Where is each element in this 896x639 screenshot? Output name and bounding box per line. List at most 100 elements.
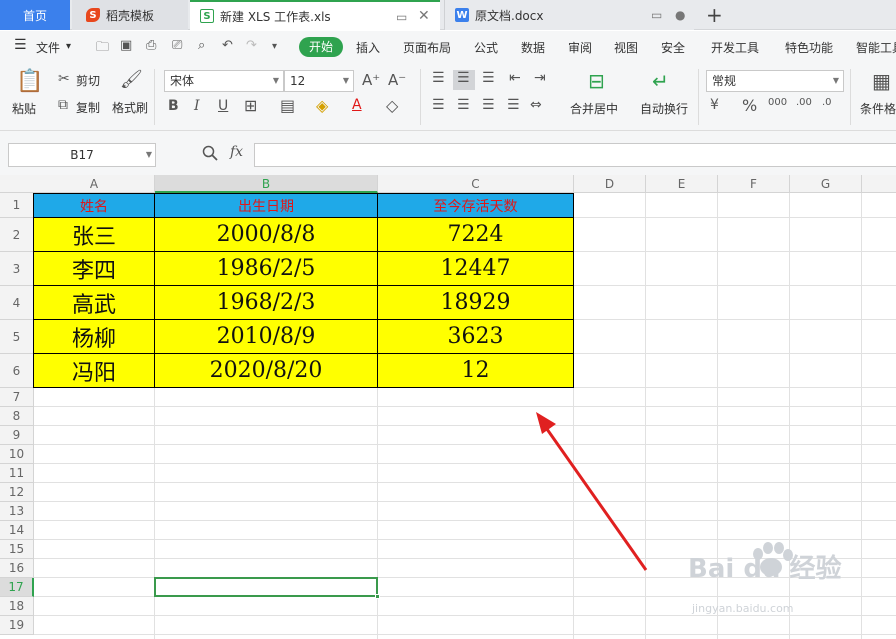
copy-icon[interactable]: ⧉ — [58, 97, 68, 113]
font-name-select[interactable]: 宋体 ▼ — [164, 70, 284, 92]
row-header[interactable]: 6 — [0, 354, 34, 388]
merge-center-icon[interactable]: ⊟ — [588, 69, 605, 93]
tab-home[interactable]: 首页 — [0, 0, 70, 30]
table-cell[interactable]: 1968/2/3 — [155, 286, 378, 320]
column-header-d[interactable]: D — [574, 175, 646, 193]
menu-security[interactable]: 安全 — [661, 39, 685, 56]
menu-review[interactable]: 审阅 — [568, 39, 592, 56]
row-header[interactable]: 14 — [0, 521, 34, 540]
menu-start[interactable]: 开始 — [299, 37, 343, 57]
paste-button[interactable]: 粘贴 — [12, 100, 36, 117]
chevron-down-icon[interactable]: ▾ — [66, 41, 71, 52]
row-header[interactable]: 19 — [0, 616, 34, 635]
row-header[interactable]: 18 — [0, 597, 34, 616]
font-size-select[interactable]: 12 ▼ — [284, 70, 354, 92]
table-cell[interactable]: 12447 — [378, 252, 574, 286]
tab-docer-templates[interactable]: S 稻壳模板 — [72, 0, 188, 30]
table-header-cell[interactable]: 出生日期 — [155, 194, 378, 218]
percent-icon[interactable]: % — [742, 96, 757, 115]
redo-icon[interactable]: ↷ — [246, 38, 257, 53]
table-header-cell[interactable]: 姓名 — [34, 194, 155, 218]
table-cell[interactable]: 2020/8/20 — [155, 354, 378, 388]
menu-developer[interactable]: 开发工具 — [711, 39, 759, 56]
tab-docx-document[interactable]: W 原文档.docx ▭ ● — [444, 0, 694, 30]
table-header-cell[interactable]: 至今存活天数 — [378, 194, 574, 218]
table-cell[interactable]: 2010/8/9 — [155, 320, 378, 354]
table-cell[interactable]: 3623 — [378, 320, 574, 354]
currency-icon[interactable]: ¥ — [710, 97, 719, 113]
table-cell[interactable]: 冯阳 — [34, 354, 155, 388]
menu-page-layout[interactable]: 页面布局 — [403, 39, 451, 56]
scissors-icon[interactable]: ✂ — [58, 71, 70, 87]
align-middle-icon[interactable]: ☰ — [457, 70, 470, 86]
table-cell[interactable]: 1986/2/5 — [155, 252, 378, 286]
paste-icon[interactable]: 📋 — [16, 69, 43, 94]
format-painter-button[interactable]: 格式刷 — [112, 99, 148, 116]
row-header[interactable]: 1 — [0, 193, 34, 218]
column-header-b[interactable]: B — [155, 175, 378, 193]
dot-icon[interactable]: ● — [675, 8, 685, 22]
hamburger-icon[interactable]: ☰ — [14, 37, 27, 53]
conditional-format-button[interactable]: 条件格 — [860, 100, 896, 117]
conditional-format-icon[interactable]: ▦ — [872, 69, 891, 93]
font-color-icon[interactable]: A — [352, 97, 362, 113]
formula-input[interactable] — [254, 143, 896, 167]
menu-insert[interactable]: 插入 — [356, 39, 380, 56]
wrap-text-button[interactable]: 自动换行 — [640, 100, 688, 117]
fill-color-icon[interactable]: ◈ — [316, 96, 328, 115]
decrease-font-icon[interactable]: A⁻ — [388, 71, 406, 89]
menu-file[interactable]: 文件 — [36, 39, 60, 56]
table-cell[interactable]: 高武 — [34, 286, 155, 320]
align-right-icon[interactable]: ☰ — [482, 97, 495, 113]
copy-button[interactable]: 复制 — [76, 99, 100, 116]
active-cell-selection[interactable] — [154, 577, 378, 597]
fx-icon[interactable]: fx — [230, 144, 243, 160]
save-icon[interactable]: ▣ — [120, 38, 132, 53]
format-painter-icon[interactable]: 🖌 — [120, 69, 143, 90]
indent-decrease-icon[interactable]: ⇤ — [509, 70, 521, 86]
row-header[interactable]: 10 — [0, 445, 34, 464]
number-format-select[interactable]: 常规 ▼ — [706, 70, 844, 92]
table-cell[interactable]: 12 — [378, 354, 574, 388]
table-cell[interactable]: 张三 — [34, 218, 155, 252]
new-tab-icon[interactable]: + — [706, 3, 723, 27]
indent-increase-icon[interactable]: ⇥ — [534, 70, 546, 86]
undo-icon[interactable]: ↶ — [222, 38, 233, 53]
close-tab-icon[interactable]: ✕ — [418, 8, 430, 24]
table-cell[interactable]: 杨柳 — [34, 320, 155, 354]
row-header[interactable]: 4 — [0, 286, 34, 320]
align-left-icon[interactable]: ☰ — [432, 97, 445, 113]
italic-icon[interactable]: I — [194, 98, 200, 114]
row-header[interactable]: 8 — [0, 407, 34, 426]
borders-icon[interactable]: ⊞ — [244, 96, 257, 115]
menu-formulas[interactable]: 公式 — [474, 39, 498, 56]
row-header[interactable]: 13 — [0, 502, 34, 521]
align-top-icon[interactable]: ☰ — [432, 70, 445, 86]
underline-icon[interactable]: U — [218, 98, 228, 114]
menu-data[interactable]: 数据 — [521, 39, 545, 56]
cut-button[interactable]: 剪切 — [76, 72, 100, 89]
export-icon[interactable]: ⎙ — [146, 38, 156, 53]
thousands-icon[interactable]: 000 — [768, 97, 787, 108]
name-box[interactable]: B17 ▼ — [8, 143, 156, 167]
row-header-selected[interactable]: 17 — [0, 578, 34, 597]
increase-decimal-icon[interactable]: .00 — [796, 97, 812, 108]
row-header[interactable]: 16 — [0, 559, 34, 578]
distribute-icon[interactable]: ⇔ — [530, 97, 542, 113]
row-header[interactable]: 12 — [0, 483, 34, 502]
table-cell[interactable]: 李四 — [34, 252, 155, 286]
print-preview-icon[interactable]: ⌕ — [198, 38, 205, 53]
row-header[interactable]: 7 — [0, 388, 34, 407]
column-header-e[interactable]: E — [646, 175, 718, 193]
row-header[interactable]: 5 — [0, 320, 34, 354]
menu-view[interactable]: 视图 — [614, 39, 638, 56]
column-header-a[interactable]: A — [34, 175, 155, 193]
increase-font-icon[interactable]: A⁺ — [362, 71, 380, 89]
menu-special[interactable]: 特色功能 — [785, 39, 833, 56]
table-cell[interactable]: 7224 — [378, 218, 574, 252]
menu-smart-tools[interactable]: 智能工具 — [856, 39, 896, 56]
window-icon[interactable]: ▭ — [651, 8, 662, 22]
tab-xls-document[interactable]: S 新建 XLS 工作表.xls ▭ ✕ — [190, 0, 440, 30]
print-icon[interactable]: ⎚ — [172, 38, 182, 53]
column-header-f[interactable]: F — [718, 175, 790, 193]
